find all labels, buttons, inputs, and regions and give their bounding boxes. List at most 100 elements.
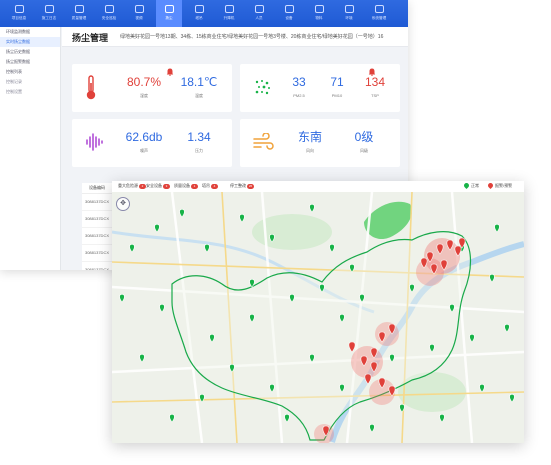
sidebar-item[interactable]: 扬尘报警数据 (0, 57, 60, 67)
map-filter-label: 质量设备 (174, 183, 190, 188)
nav-item-7[interactable]: 升降机 (216, 0, 242, 27)
legend-label: 报警/预警 (495, 183, 513, 188)
sidebar-item[interactable]: 环境监测数据 (0, 27, 60, 37)
humidity-label: 湿度 (140, 93, 148, 98)
nav-item-10[interactable]: 物料 (306, 0, 332, 27)
nav-item-label: 视频 (135, 15, 143, 20)
map-filter[interactable]: 质量设备 1 (174, 183, 198, 189)
nav-icon (374, 5, 384, 13)
nav-item-label: 物料 (315, 15, 323, 20)
nav-icon (344, 5, 354, 13)
map-filter[interactable]: 塔吊 4 (202, 183, 218, 189)
tsp-value: 134 (364, 75, 386, 89)
wind-direction-metric: 东南 风向 (288, 130, 332, 154)
nav-icon (164, 5, 174, 13)
wind-icon (253, 133, 274, 150)
noise-value: 62.6db (125, 130, 163, 144)
map-legend-item: 报警/预警 (486, 182, 513, 190)
nav-icon (14, 5, 24, 13)
nav-item-label: 环境 (345, 15, 353, 20)
map-window: 重大危险源 2 安全设备 3 质量设备 1 塔吊 4 停工整改 26 正常 报警/预警 (112, 181, 524, 443)
map-filter-label: 塔吊 (202, 183, 210, 188)
map-legend-item: 正常 (462, 182, 479, 190)
pm25-metric: 33 PM2.5 (282, 75, 316, 98)
temperature-label: 温度 (195, 93, 203, 98)
count-badge: 4 (211, 184, 218, 189)
page-description: 绿地美好花园一号地13期、34栋、15栋商业住宅/绿地美好花园一号地3号楼、20… (120, 34, 384, 40)
nav-item-label: 塔吊 (195, 15, 203, 20)
nav-item-2[interactable]: 质量管理 (66, 0, 92, 27)
top-navigation: 项目信息 施工日志 质量管理 安全巡检 视频 扬尘 塔吊 升降机 人员 设备 物料 环境 系统管理 (0, 0, 408, 27)
nav-item-11[interactable]: 环境 (336, 0, 362, 27)
wind-level-value: 0级 (354, 130, 374, 144)
pm10-value: 71 (330, 75, 344, 89)
pressure-metric: 1.34 压力 (174, 130, 224, 154)
nav-item-12[interactable]: 系统管理 (366, 0, 392, 27)
thermometer-icon (86, 75, 96, 100)
table-cell-device-code[interactable]: 3088137DCX (82, 245, 112, 262)
nav-item-label: 施工日志 (41, 15, 57, 20)
nav-icon (314, 5, 324, 13)
legend-label: 正常 (471, 183, 479, 188)
map-view[interactable] (112, 192, 524, 443)
map-filter[interactable]: 停工整改 26 (230, 183, 254, 189)
alarm-bell-icon (166, 68, 174, 76)
nav-icon (74, 5, 84, 13)
pressure-label: 压力 (195, 148, 203, 153)
nav-item-0[interactable]: 项目信息 (6, 0, 32, 27)
map-pin-icon (462, 182, 471, 190)
pressure-value: 1.34 (187, 130, 211, 144)
sidebar-item[interactable]: 控制记录 (0, 77, 60, 87)
nav-item-label: 质量管理 (71, 15, 87, 20)
dust-particles-icon (255, 80, 270, 95)
nav-item-9[interactable]: 设备 (276, 0, 302, 27)
count-badge: 2 (139, 184, 146, 189)
nav-item-8[interactable]: 人员 (246, 0, 272, 27)
noise-label: 噪声 (140, 148, 148, 153)
wind-level-label: 风级 (360, 148, 368, 153)
nav-item-3[interactable]: 安全巡检 (96, 0, 122, 27)
nav-item-4[interactable]: 视频 (126, 0, 152, 27)
map-filter-label: 安全设备 (146, 183, 162, 188)
nav-item-1[interactable]: 施工日志 (36, 0, 62, 27)
humidity-value: 80.7% (126, 75, 162, 89)
sidebar-item[interactable]: 扬尘历史数据 (0, 47, 60, 57)
map-pin-icon (486, 182, 495, 190)
table-cell-device-code[interactable]: 3088137DCX (82, 211, 112, 228)
nav-item-label: 人员 (255, 15, 263, 20)
nav-item-label: 设备 (285, 15, 293, 20)
tsp-metric: 134 TSP (358, 75, 392, 98)
map-pan-control[interactable]: ✥ (116, 197, 130, 211)
map-filter[interactable]: 重大危险源 2 (118, 183, 146, 189)
tsp-label: TSP (371, 93, 379, 98)
nav-icon (44, 5, 54, 13)
wind-direction-label: 风向 (306, 148, 314, 153)
map-filter-label: 重大危险源 (118, 183, 138, 188)
count-badge: 26 (247, 184, 254, 189)
device-table-header: 设备编码 (82, 183, 112, 194)
map-filter[interactable]: 安全设备 3 (146, 183, 170, 189)
nav-item-label: 扬尘 (165, 15, 173, 20)
table-cell-device-code[interactable]: 3088137DCX (82, 262, 112, 270)
noise-pressure-card: 62.6db 噪声 1.34 压力 (72, 119, 232, 167)
table-cell-device-code[interactable]: 3088137DCX (82, 228, 112, 245)
sidebar-item[interactable]: 控制设置 (0, 87, 60, 97)
nav-icon (104, 5, 114, 13)
pm10-label: PM10 (331, 93, 343, 98)
temperature-metric: 18.1℃ 温度 (174, 75, 224, 99)
sidebar-item[interactable]: 控制列表 (0, 67, 60, 77)
nav-item-6[interactable]: 塔吊 (186, 0, 212, 27)
map-filter-label: 停工整改 (230, 183, 246, 188)
nav-item-label: 安全巡检 (101, 15, 117, 20)
nav-item-label: 项目信息 (11, 15, 27, 20)
table-cell-device-code[interactable]: 3088137DCX (82, 194, 112, 211)
nav-icon (134, 5, 144, 13)
nav-item-label: 系统管理 (371, 15, 387, 20)
sidebar-item[interactable]: 实时扬尘数据 (0, 37, 60, 47)
nav-item-5[interactable]: 扬尘 (156, 0, 182, 27)
nav-icon (194, 5, 204, 13)
temperature-value: 18.1℃ (180, 75, 218, 89)
nav-icon (284, 5, 294, 13)
page-header: 扬尘管理 绿地美好花园一号地13期、34栋、15栋商业住宅/绿地美好花园一号地3… (62, 27, 408, 47)
page-title: 扬尘管理 (72, 33, 109, 43)
